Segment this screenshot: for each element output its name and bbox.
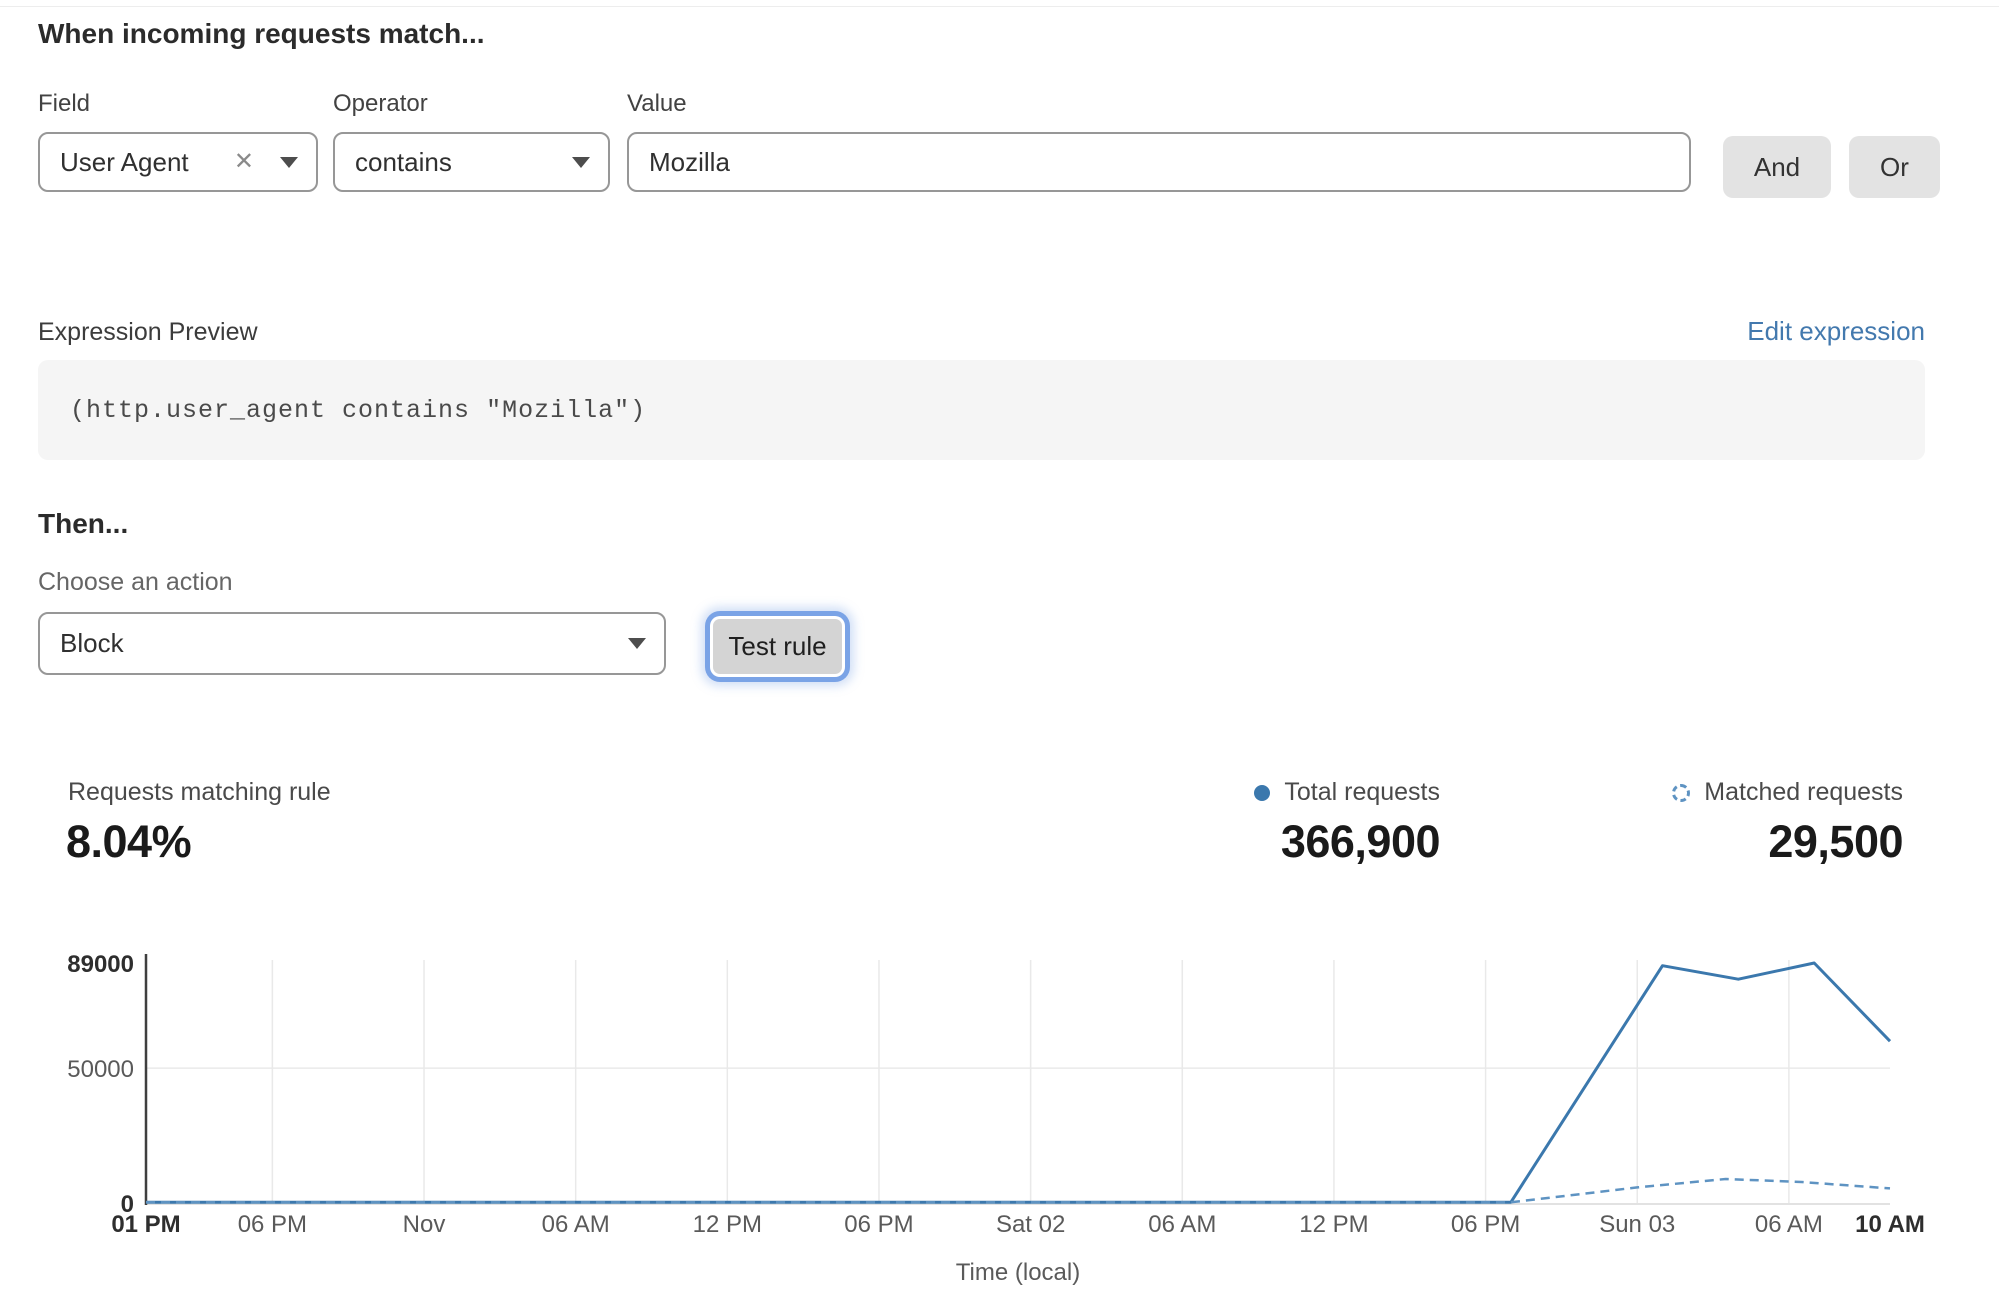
- x-tick-label: 06 PM: [238, 1211, 307, 1238]
- legend-total-requests: Total requests: [1254, 778, 1440, 807]
- value-label: Value: [627, 90, 687, 118]
- x-tick-label: Nov: [403, 1211, 446, 1238]
- test-rule-button[interactable]: Test rule: [713, 619, 842, 674]
- matched-requests-value: 29,500: [1768, 816, 1903, 868]
- chevron-down-icon: [628, 638, 646, 649]
- then-heading: Then...: [38, 508, 128, 540]
- y-tick-label: 50000: [67, 1056, 134, 1083]
- legend-matched-requests: Matched requests: [1672, 778, 1903, 807]
- chevron-down-icon: [280, 157, 298, 168]
- series-dashed-line: [146, 1179, 1890, 1202]
- solid-dot-icon: [1254, 785, 1270, 801]
- edit-expression-link[interactable]: Edit expression: [1747, 316, 1925, 347]
- x-axis-title: Time (local): [956, 1259, 1080, 1286]
- x-tick-label: 12 PM: [1299, 1211, 1368, 1238]
- series-solid-line: [146, 963, 1890, 1202]
- total-requests-label: Total requests: [1284, 778, 1440, 807]
- firewall-rule-editor: When incoming requests match... Field Op…: [0, 0, 1999, 1295]
- top-divider: [0, 6, 1999, 7]
- chevron-down-icon: [572, 157, 590, 168]
- requests-time-series-chart: 0500008900001 PM06 PMNov06 AM12 PM06 PMS…: [0, 930, 1999, 1295]
- dashed-circle-icon: [1672, 784, 1690, 802]
- expression-preview-label: Expression Preview: [38, 318, 258, 347]
- expression-code-block: (http.user_agent contains "Mozilla"): [38, 360, 1925, 460]
- y-tick-label: 89000: [67, 951, 134, 978]
- and-button[interactable]: And: [1723, 136, 1831, 198]
- x-tick-label: 12 PM: [693, 1211, 762, 1238]
- field-select[interactable]: User Agent ✕: [38, 132, 318, 192]
- x-tick-label: Sat 02: [996, 1211, 1065, 1238]
- operator-select[interactable]: contains: [333, 132, 610, 192]
- total-requests-value: 366,900: [1281, 816, 1440, 868]
- x-tick-label: 01 PM: [111, 1211, 180, 1238]
- page-title: When incoming requests match...: [38, 18, 485, 50]
- x-tick-label: Sun 03: [1599, 1211, 1675, 1238]
- x-tick-label: 06 AM: [1755, 1211, 1823, 1238]
- x-tick-label: 10 AM: [1855, 1211, 1925, 1238]
- clear-field-icon[interactable]: ✕: [234, 150, 254, 174]
- or-button[interactable]: Or: [1849, 136, 1940, 198]
- matching-rule-value: 8.04%: [66, 816, 191, 868]
- operator-label: Operator: [333, 90, 428, 118]
- matching-rule-label: Requests matching rule: [68, 778, 331, 807]
- x-tick-label: 06 PM: [1451, 1211, 1520, 1238]
- value-input[interactable]: [627, 132, 1691, 192]
- operator-select-value: contains: [355, 147, 572, 178]
- matched-requests-label: Matched requests: [1704, 778, 1903, 807]
- field-select-value: User Agent: [60, 147, 234, 178]
- action-select[interactable]: Block: [38, 612, 666, 675]
- x-tick-label: 06 AM: [542, 1211, 610, 1238]
- expression-code: (http.user_agent contains "Mozilla"): [70, 396, 646, 425]
- choose-action-label: Choose an action: [38, 568, 233, 597]
- action-select-value: Block: [60, 628, 628, 659]
- x-tick-label: 06 AM: [1148, 1211, 1216, 1238]
- x-tick-label: 06 PM: [844, 1211, 913, 1238]
- field-label: Field: [38, 90, 90, 118]
